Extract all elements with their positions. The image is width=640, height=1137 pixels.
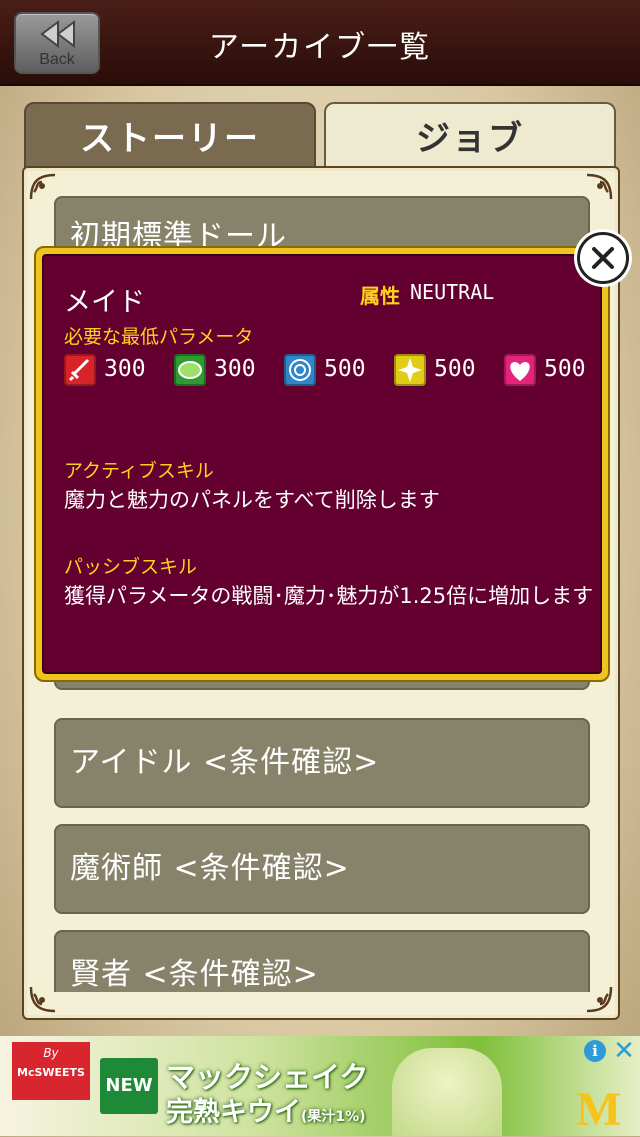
heart-icon [504, 354, 536, 386]
corner-ornament-icon [29, 173, 56, 200]
new-badge: NEW [100, 1058, 158, 1114]
job-detail-popup: メイド 属性 NEUTRAL 必要な最低パラメータ 300 300 500 50… [34, 246, 610, 682]
active-skill-heading: アクティブスキル [64, 460, 214, 482]
sword-icon [64, 354, 96, 386]
job-name: メイド [64, 287, 145, 318]
tab-job[interactable]: ジョブ [324, 102, 616, 174]
list-item-magician[interactable]: 魔術師 <条件確認> [54, 824, 590, 914]
shake-cup-image [392, 1048, 502, 1136]
param-value: 300 [214, 356, 256, 382]
close-icon [592, 247, 614, 269]
list-item-label: 賢者 <条件確認> [70, 957, 319, 992]
brand-name: McSWEETS [17, 1066, 85, 1079]
ad-close-icon[interactable]: ✕ [612, 1036, 636, 1066]
header-bar: Back アーカイブ一覧 [0, 0, 640, 86]
corner-ornament-icon [586, 173, 613, 200]
param-value: 500 [324, 356, 366, 382]
mcdonalds-logo: M [576, 1083, 622, 1136]
passive-skill-text: 獲得パラメータの戦闘･魔力･魅力が1.25倍に増加します [64, 584, 594, 608]
list-item-label: 魔術師 <条件確認> [70, 851, 350, 886]
param-value: 300 [104, 356, 146, 382]
required-params-heading: 必要な最低パラメータ [64, 326, 254, 348]
leaf-icon [174, 354, 206, 386]
info-icon[interactable]: i [584, 1040, 606, 1062]
param-value: 500 [434, 356, 476, 382]
list-item-sage[interactable]: 賢者 <条件確認> [54, 930, 590, 992]
page-title: アーカイブ一覧 [208, 30, 432, 65]
list-item-label: アイドル <条件確認> [70, 745, 380, 780]
ad-product: 完熟キウイ [166, 1097, 301, 1128]
job-detail-content: メイド 属性 NEUTRAL 必要な最低パラメータ 300 300 500 50… [42, 254, 602, 674]
list-item-idol[interactable]: アイドル <条件確認> [54, 718, 590, 808]
magic-circle-icon [284, 354, 316, 386]
attribute-value: NEUTRAL [410, 280, 495, 304]
ad-note: (果汁1%) [301, 1109, 366, 1125]
sparkle-icon [394, 354, 426, 386]
active-skill-text: 魔力と魅力のパネルをすべて削除します [64, 488, 440, 512]
ad-subheadline: 完熟キウイ(果汁1%) [166, 1090, 366, 1129]
mcsweets-logo: By McSWEETS [12, 1042, 90, 1100]
param-value: 500 [544, 356, 586, 382]
attribute-label: 属性 [360, 284, 400, 308]
brand-by: By [43, 1046, 59, 1060]
tab-story[interactable]: ストーリー [24, 102, 316, 176]
close-popup-button[interactable] [577, 232, 629, 284]
passive-skill-heading: パッシブスキル [64, 556, 198, 578]
